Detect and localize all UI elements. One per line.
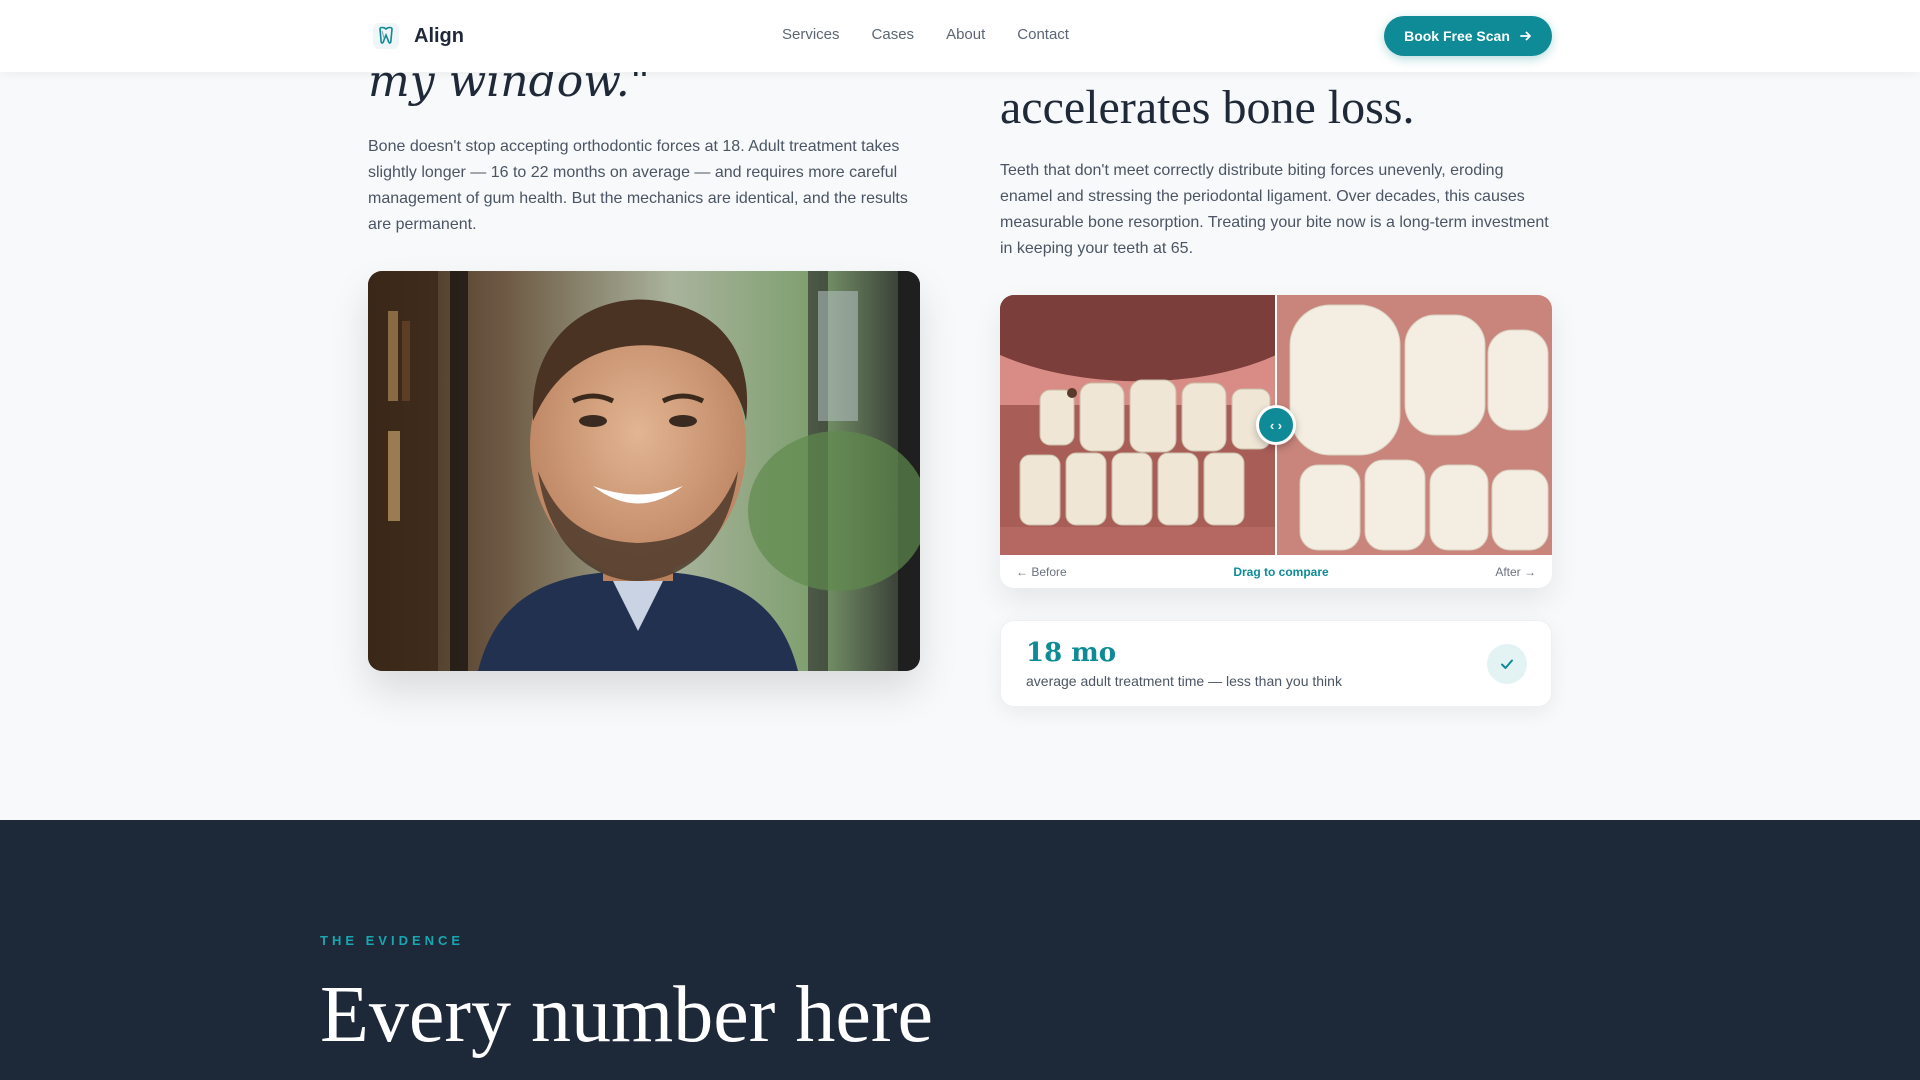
compare-drag-handle-icon[interactable]: ‹ › [1256,405,1296,445]
evidence-eyebrow: THE EVIDENCE [320,933,465,948]
evidence-title: Every number here [320,971,934,1059]
compare-labels: ← Before Drag to compare After → [1000,555,1552,588]
nav-cases[interactable]: Cases [872,26,915,43]
check-icon [1487,644,1527,684]
cta-label: Book Free Scan [1404,28,1510,44]
section-heading: accelerates bone loss. [1000,81,1415,134]
nav-services[interactable]: Services [782,26,840,43]
left-body-text: Bone doesn't stop accepting orthodontic … [368,138,908,233]
before-after-slider[interactable]: ‹ › ← Before Drag to compare After → [1000,295,1552,588]
nav-contact[interactable]: Contact [1017,26,1069,43]
stat-description: average adult treatment time — less than… [1026,673,1342,689]
after-label: After → [1495,564,1536,579]
treatment-time-card: 18 mo average adult treatment time — les… [1000,620,1552,707]
patient-portrait-image [368,271,920,671]
drag-to-compare-label: Drag to compare [1233,564,1329,579]
nav-about[interactable]: About [946,26,985,43]
stat-value: 18 mo [1026,638,1117,668]
evidence-section: THE EVIDENCE Every number here [0,820,1920,1080]
book-free-scan-button[interactable]: Book Free Scan [1384,16,1552,56]
arrow-right-icon [1520,31,1531,41]
tooth-logo-icon [373,23,399,49]
site-header: Align Services Cases About Contact Book … [0,0,1920,72]
brand-name: Align [414,24,464,47]
before-label: ← Before [1016,564,1067,579]
brand[interactable]: Align [372,22,464,50]
right-body-text: Teeth that don't meet correctly distribu… [1000,162,1549,257]
main-nav: Services Cases About Contact [782,26,1069,43]
